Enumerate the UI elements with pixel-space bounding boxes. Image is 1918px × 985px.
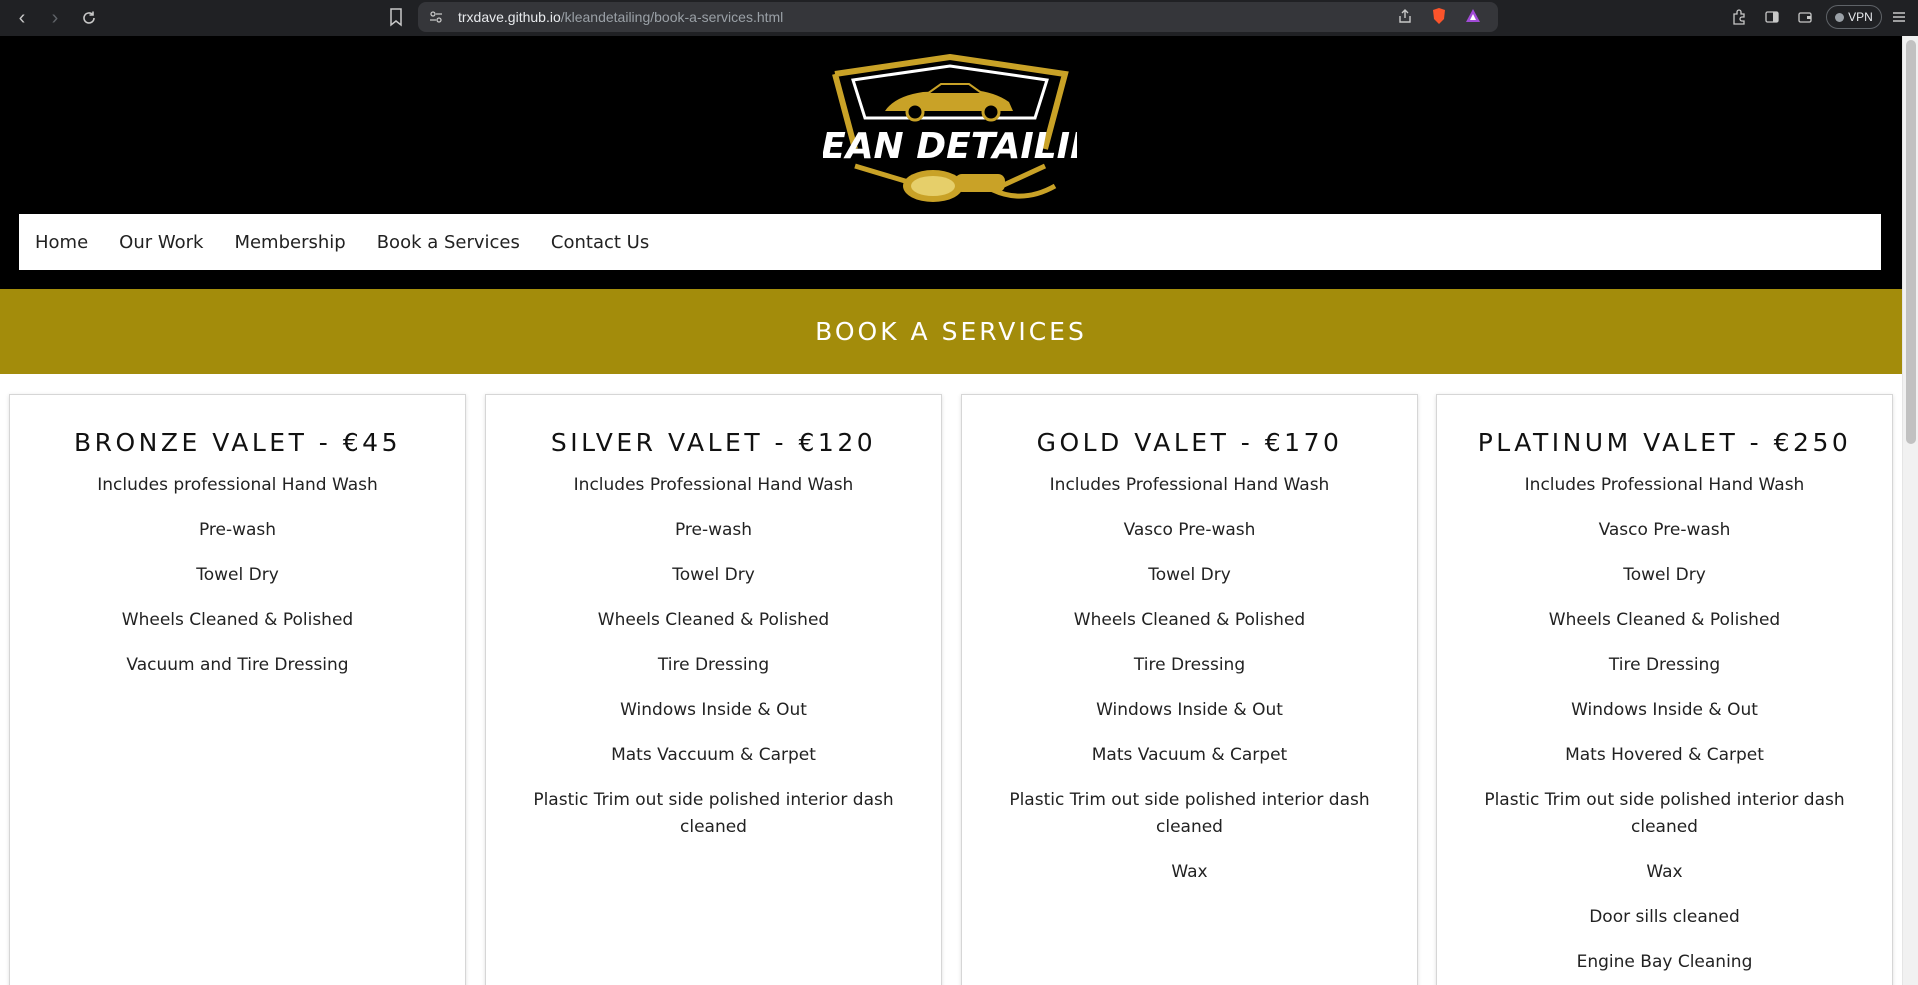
package-card-bronze: BRONZE VALET - €45 Includes professional… xyxy=(9,394,466,985)
scrollbar-thumb[interactable] xyxy=(1906,40,1916,444)
menu-icon[interactable] xyxy=(1888,6,1910,28)
url-host: trxdave.github.io xyxy=(458,9,561,25)
feature-item: Towel Dry xyxy=(1148,565,1231,585)
feature-item: Towel Dry xyxy=(672,565,755,585)
wallet-icon[interactable] xyxy=(1794,6,1816,28)
page-title: BOOK A SERVICES xyxy=(815,317,1087,346)
feature-item: Includes Professional Hand Wash xyxy=(1049,475,1330,495)
feature-item: Wheels Cleaned & Polished xyxy=(597,610,830,630)
feature-item: Engine Bay Cleaning xyxy=(1576,952,1753,972)
feature-item: Wheels Cleaned & Polished xyxy=(121,610,354,630)
logo-wordmark: KLEAN DETAILING xyxy=(823,126,1077,167)
web-page: KLEAN DETAILING Home Our Work Membership… xyxy=(0,36,1918,985)
brave-shield-icon[interactable] xyxy=(1428,5,1450,27)
feature-item: Windows Inside & Out xyxy=(620,700,807,720)
reload-icon[interactable] xyxy=(75,4,103,32)
site-settings-icon[interactable] xyxy=(428,9,444,25)
feature-item: Wheels Cleaned & Polished xyxy=(1548,610,1781,630)
feature-item: Door sills cleaned xyxy=(1589,907,1740,927)
feature-item: Includes Professional Hand Wash xyxy=(1524,475,1805,495)
feature-item: Windows Inside & Out xyxy=(1096,700,1283,720)
feature-list: Includes Professional Hand Wash Vasco Pr… xyxy=(962,472,1417,886)
nav-membership[interactable]: Membership xyxy=(234,232,345,253)
vpn-button[interactable]: VPN xyxy=(1826,5,1882,29)
page-banner: BOOK A SERVICES xyxy=(0,289,1902,374)
feature-item: Wheels Cleaned & Polished xyxy=(1073,610,1306,630)
url-path: /kleandetailing/book-a-services.html xyxy=(560,9,784,25)
share-icon[interactable] xyxy=(1394,5,1416,27)
feature-item: Tire Dressing xyxy=(1133,655,1246,675)
feature-item: Wax xyxy=(1646,862,1683,882)
forward-icon[interactable]: › xyxy=(41,4,69,32)
package-title: GOLD VALET - €170 xyxy=(1036,428,1343,457)
nav-contact-us[interactable]: Contact Us xyxy=(551,232,649,253)
nav-our-work[interactable]: Our Work xyxy=(119,232,203,253)
bookmark-icon[interactable] xyxy=(386,6,406,28)
feature-item: Mats Hovered & Carpet xyxy=(1565,745,1764,765)
site-header: KLEAN DETAILING Home Our Work Membership… xyxy=(0,36,1902,289)
feature-list: Includes professional Hand Wash Pre-wash… xyxy=(10,472,465,679)
feature-item: Vacuum and Tire Dressing xyxy=(126,655,349,675)
feature-item: Vasco Pre-wash xyxy=(1123,520,1256,540)
package-title: SILVER VALET - €120 xyxy=(550,428,877,457)
feature-item: Pre-wash xyxy=(198,520,277,540)
feature-item: Windows Inside & Out xyxy=(1571,700,1758,720)
feature-item: Tire Dressing xyxy=(657,655,770,675)
package-card-silver: SILVER VALET - €120 Includes Professiona… xyxy=(485,394,942,985)
feature-list: Includes Professional Hand Wash Pre-wash… xyxy=(486,472,941,841)
address-bar[interactable]: trxdave.github.io/kleandetailing/book-a-… xyxy=(418,2,1498,32)
feature-item: Includes professional Hand Wash xyxy=(97,475,378,495)
url-text: trxdave.github.io/kleandetailing/book-a-… xyxy=(458,9,783,25)
feature-item: Mats Vaccuum & Carpet xyxy=(611,745,816,765)
feature-item: Plastic Trim out side polished interior … xyxy=(1484,790,1845,837)
feature-item: Plastic Trim out side polished interior … xyxy=(533,790,894,837)
nav-home[interactable]: Home xyxy=(35,232,88,253)
feature-item: Vasco Pre-wash xyxy=(1598,520,1731,540)
feature-item: Towel Dry xyxy=(196,565,279,585)
package-card-platinum: PLATINUM VALET - €250 Includes Professio… xyxy=(1436,394,1893,985)
feature-item: Plastic Trim out side polished interior … xyxy=(1009,790,1370,837)
feature-item: Pre-wash xyxy=(674,520,753,540)
feature-item: Mats Vacuum & Carpet xyxy=(1091,745,1288,765)
package-title: BRONZE VALET - €45 xyxy=(73,428,401,457)
nav-book-a-services[interactable]: Book a Services xyxy=(377,232,520,253)
browser-toolbar: ‹ › trxdave.github.io/kleandetailing/boo… xyxy=(0,0,1918,36)
page-scrollbar[interactable] xyxy=(1902,36,1918,985)
back-icon[interactable]: ‹ xyxy=(8,4,36,32)
vpn-label: VPN xyxy=(1848,10,1873,24)
feature-item: Tire Dressing xyxy=(1608,655,1721,675)
sidebar-icon[interactable] xyxy=(1761,6,1783,28)
feature-item: Wax xyxy=(1171,862,1208,882)
extensions-icon[interactable] xyxy=(1728,6,1750,28)
vpn-status-icon xyxy=(1835,12,1845,22)
brave-rewards-icon[interactable] xyxy=(1462,5,1484,27)
package-card-gold: GOLD VALET - €170 Includes Professional … xyxy=(961,394,1418,985)
klean-detailing-logo[interactable]: KLEAN DETAILING xyxy=(770,53,1130,206)
feature-item: Towel Dry xyxy=(1623,565,1706,585)
package-title: PLATINUM VALET - €250 xyxy=(1477,428,1852,457)
feature-list: Includes Professional Hand Wash Vasco Pr… xyxy=(1437,472,1892,976)
feature-item: Includes Professional Hand Wash xyxy=(573,475,854,495)
main-nav: Home Our Work Membership Book a Services… xyxy=(19,214,1881,270)
